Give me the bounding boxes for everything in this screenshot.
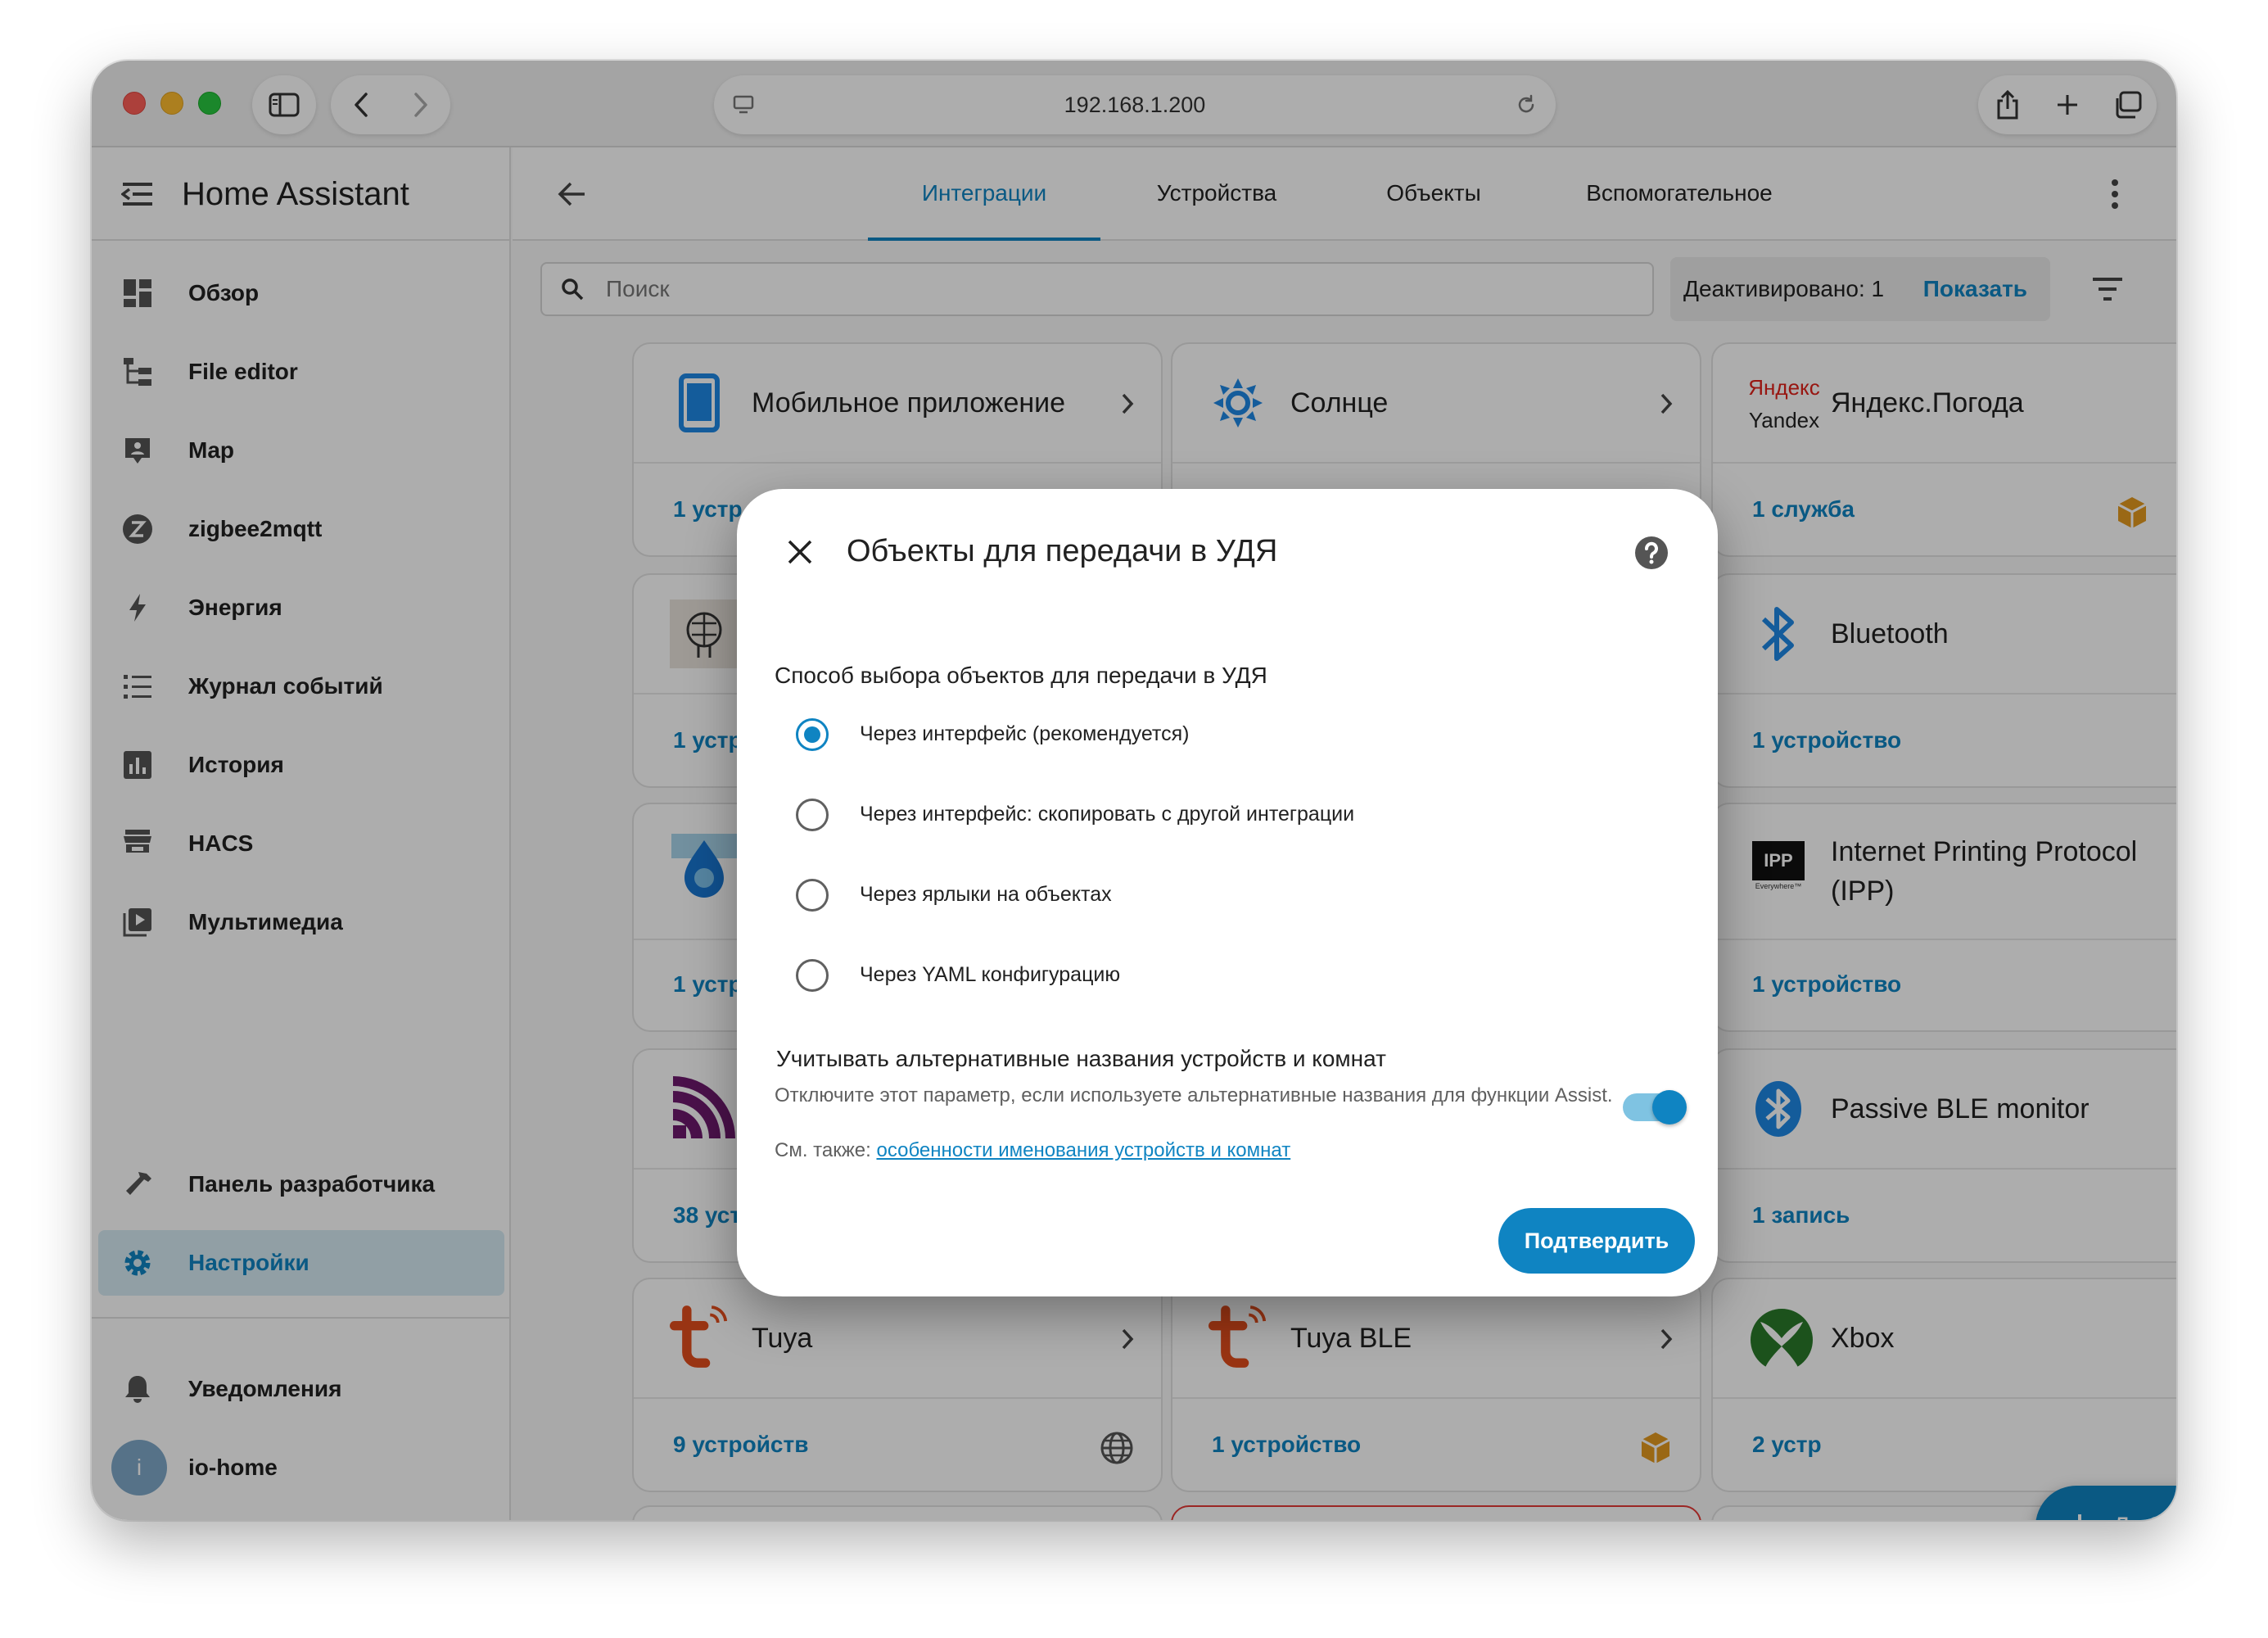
radio-label: Через интерфейс: скопировать с другой ин… <box>860 803 1355 826</box>
radio-label: Через ярлыки на объектах <box>860 883 1112 906</box>
aliases-toggle-title: Учитывать альтернативные названия устрой… <box>776 1046 1386 1071</box>
aliases-toggle-description: Отключите этот параметр, если использует… <box>775 1084 1613 1106</box>
see-also-prefix: См. также: <box>775 1139 877 1161</box>
help-icon[interactable] <box>1634 536 1669 570</box>
radio-label: Через интерфейс (рекомендуется) <box>860 722 1190 745</box>
browser-window: 192.168.1.200 Home Assistant Обзор File … <box>92 61 2176 1520</box>
radio-ui-recommended[interactable] <box>796 718 829 751</box>
radio-yaml[interactable] <box>796 959 829 992</box>
radio-labels[interactable] <box>796 879 829 912</box>
aliases-toggle-switch[interactable] <box>1652 1090 1687 1124</box>
radio-ui-copy[interactable] <box>796 799 829 831</box>
radio-label: Через YAML конфигурацию <box>860 963 1121 986</box>
close-icon[interactable] <box>786 538 814 566</box>
dialog-title: Объекты для передачи в УДЯ <box>847 534 1278 568</box>
selection-method-label: Способ выбора объектов для передачи в УД… <box>775 663 1267 688</box>
confirm-button[interactable]: Подтвердить <box>1498 1208 1695 1274</box>
aliases-see-also: См. также: особенности именования устрой… <box>775 1139 1290 1162</box>
entity-exposure-dialog: Объекты для передачи в УДЯ Способ выбора… <box>737 489 1718 1296</box>
confirm-label: Подтвердить <box>1524 1228 1669 1253</box>
naming-docs-link[interactable]: особенности именования устройств и комна… <box>876 1139 1290 1161</box>
